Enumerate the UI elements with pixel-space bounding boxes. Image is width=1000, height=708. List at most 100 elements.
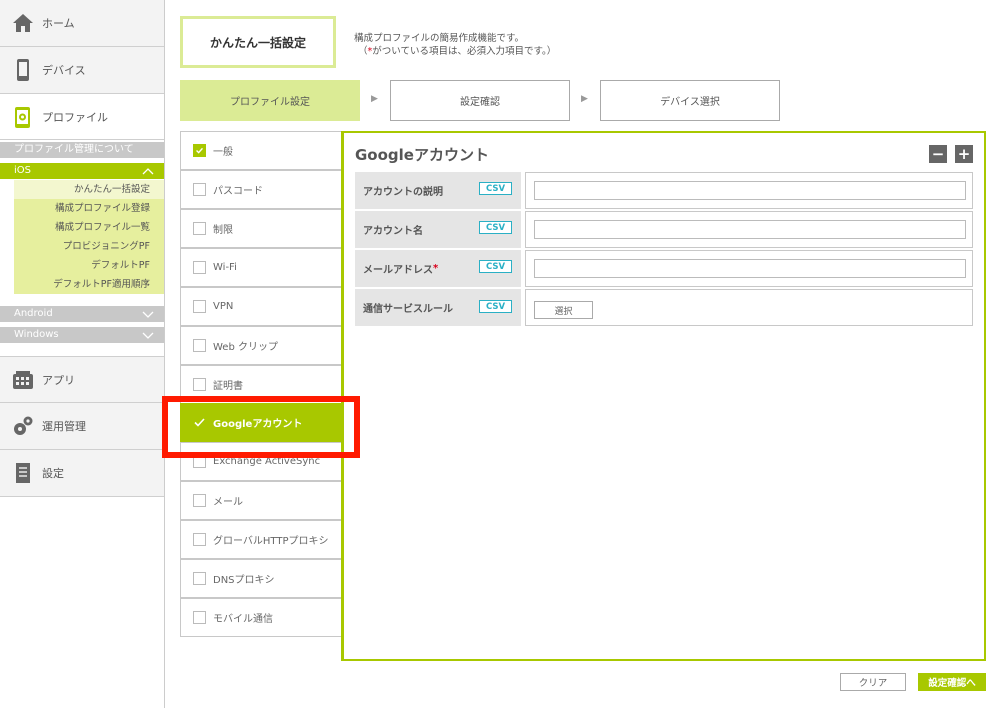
panel-title: Googleアカウント [355,146,489,164]
app-grid-icon [12,368,34,392]
email-input[interactable] [534,259,966,278]
category-mobile-data[interactable]: モバイル通信 [180,598,342,637]
ios-submenu: かんたん一括設定 構成プロファイル登録 構成プロファイル一覧 プロビジョニングP… [14,180,164,294]
category-google-account[interactable]: Googleアカウント [180,403,344,442]
category-label: 一般 [213,147,233,158]
ios-item-provisioning[interactable]: プロビジョニングPF [14,237,164,256]
ios-item-profile-list[interactable]: 構成プロファイル一覧 [14,218,164,237]
category-passcode[interactable]: パスコード [180,170,342,209]
nav-profile[interactable]: プロファイル [0,94,164,140]
confirm-settings-button[interactable]: 設定確認へ [918,673,986,691]
category-wifi[interactable]: Wi-Fi [180,248,342,287]
category-restrictions[interactable]: 制限 [180,209,342,248]
checkbox-icon [193,183,206,196]
category-label: VPN [213,301,234,312]
required-note-text: がついている項目は、必須入力項目です。） [372,46,557,57]
field-label-text: 通信サービスルール [363,304,453,315]
page-title: かんたん一括設定 [180,16,336,68]
category-general[interactable]: 一般 [180,131,342,170]
step-device-select: デバイス選択 [600,80,780,121]
nav-app-label: アプリ [42,373,75,387]
nav-profile-label: プロファイル [42,110,108,124]
field-cell [525,172,973,209]
ios-label: iOS [14,165,31,176]
category-certificate[interactable]: 証明書 [180,365,342,404]
profile-gear-phone-icon [12,105,34,129]
ios-item-easy-setup[interactable]: かんたん一括設定 [14,180,164,199]
checkbox-icon [193,222,206,235]
step-arrow-icon: ▶ [371,94,378,104]
category-label: Googleアカウント [213,419,303,430]
category-label: Exchange ActiveSync [213,456,321,467]
nav-home-label: ホーム [42,17,75,30]
step-profile-settings: プロファイル設定 [180,80,360,121]
category-label: DNSプロキシ [213,575,275,586]
category-dns-proxy[interactable]: DNSプロキシ [180,559,342,598]
category-global-http-proxy[interactable]: グローバルHTTPプロキシ [180,520,342,559]
chevron-down-icon [142,327,154,349]
nav-device-label: デバイス [42,64,86,77]
category-label: Web クリップ [213,342,278,353]
step-arrow-icon: ▶ [581,94,588,104]
profile-about-label: プロファイル管理について [14,144,134,155]
ios-item-profile-register[interactable]: 構成プロファイル登録 [14,199,164,218]
nav-home[interactable]: ホーム [0,0,164,47]
category-label: Wi-Fi [213,262,237,273]
field-cell [525,250,973,287]
csv-badge: CSV [479,300,512,313]
step-confirm: 設定確認 [390,80,570,121]
gears-icon [12,414,34,438]
category-vpn[interactable]: VPN [180,287,342,326]
sidebar-android-header[interactable]: Android [0,306,164,322]
account-description-input[interactable] [534,181,966,200]
field-label-text: アカウント名 [363,226,423,237]
nav-settings-label: 設定 [42,467,64,480]
nav-app[interactable]: アプリ [0,356,164,403]
checkbox-icon [193,572,206,585]
nav-device[interactable]: デバイス [0,47,164,94]
sidebar-ios-header[interactable]: iOS [0,163,164,179]
nav-ops-label: 運用管理 [42,420,86,433]
account-name-input[interactable] [534,220,966,239]
plus-icon[interactable]: + [955,145,973,163]
chevron-down-icon [142,306,154,328]
smartphone-icon [12,58,34,82]
checkbox-icon [193,339,206,352]
android-label: Android [14,308,53,319]
checkbox-icon [193,300,206,313]
required-note-open: （ [358,46,368,57]
csv-badge: CSV [479,221,512,234]
minus-icon[interactable]: − [929,145,947,163]
select-button[interactable]: 選択 [534,301,593,319]
checkbox-icon [193,378,206,391]
category-exchange[interactable]: Exchange ActiveSync [180,442,342,481]
nav-ops[interactable]: 運用管理 [0,403,164,450]
sidebar: ホーム デバイス プロファイル プロファイル管理について iOS かんたん一括設… [0,0,165,708]
checkbox-icon [193,261,206,274]
sidebar-windows-header[interactable]: Windows [0,327,164,343]
ios-item-default-pf[interactable]: デフォルトPF [14,256,164,275]
checkbox-icon [193,455,206,468]
page-description: 構成プロファイルの簡易作成機能です。 [354,33,525,44]
category-web-clip[interactable]: Web クリップ [180,326,342,365]
category-label: モバイル通信 [213,614,273,625]
field-cell: 選択 [525,289,973,326]
required-asterisk: * [433,263,439,274]
required-note: （*がついている項目は、必須入力項目です。） [358,43,556,57]
category-label: 証明書 [213,381,243,392]
nav-settings[interactable]: 設定 [0,450,164,497]
category-mail[interactable]: メール [180,481,342,520]
csv-badge: CSV [479,182,512,195]
category-label: パスコード [213,186,263,197]
checkbox-icon [193,533,206,546]
field-label-text: アカウントの説明 [363,187,443,198]
document-icon [12,461,34,485]
clear-button[interactable]: クリア [840,673,906,691]
ios-item-default-pf-order[interactable]: デフォルトPF適用順序 [14,275,164,294]
checkbox-icon [193,611,206,624]
windows-label: Windows [14,329,59,340]
home-icon [12,11,34,35]
sidebar-profile-about[interactable]: プロファイル管理について [0,142,164,158]
category-label: グローバルHTTPプロキシ [213,536,329,547]
field-label-text: メールアドレス [363,265,433,276]
